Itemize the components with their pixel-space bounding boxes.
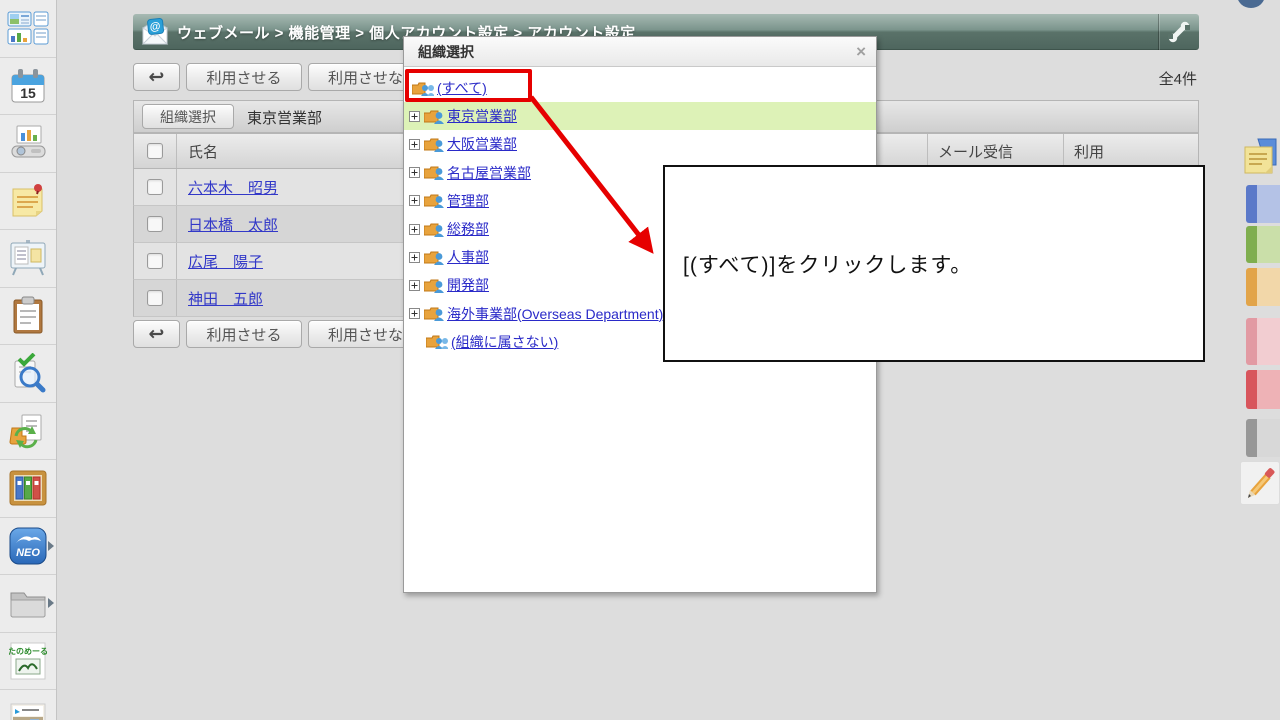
expand-plus-icon[interactable]: [409, 167, 420, 178]
cut-off-app-icon[interactable]: [1237, 0, 1265, 8]
expand-plus-icon[interactable]: [409, 195, 420, 206]
total-count-label: 全4件: [1040, 68, 1197, 89]
org-folder-icon: [424, 249, 444, 266]
dialog-title: 組織選択: [418, 42, 474, 62]
back-button-bottom[interactable]: ↩: [133, 320, 180, 348]
org-folder-icon: [424, 108, 444, 125]
back-arrow-icon: ↩: [149, 325, 165, 344]
svg-text:たのめーる: たのめーる: [9, 646, 47, 656]
allow-use-button-bottom[interactable]: 利用させる: [186, 320, 302, 348]
tanomail-icon: たのめーる: [9, 641, 47, 681]
color-tab-orange[interactable]: [1246, 268, 1280, 306]
color-tab-pink[interactable]: [1246, 318, 1280, 365]
neo-icon: NEO: [8, 526, 48, 566]
expand-plus-icon[interactable]: [409, 224, 420, 235]
schedule-icon: 15: [9, 67, 47, 105]
org-group-icon: [426, 333, 448, 350]
cabinet-icon: [8, 469, 48, 507]
expand-plus-icon[interactable]: [409, 139, 420, 150]
svg-text:15: 15: [20, 85, 36, 101]
app-sidebar: 15: [0, 0, 57, 720]
expand-plus-icon[interactable]: [409, 280, 420, 291]
user-name-link[interactable]: 日本橋 太郎: [188, 214, 278, 235]
row-checkbox[interactable]: [147, 290, 163, 306]
memo-icon: [9, 182, 47, 220]
color-tab-blue[interactable]: [1246, 185, 1280, 223]
user-name-link[interactable]: 神田 五郎: [188, 288, 263, 309]
search-icon: [9, 353, 47, 393]
row-checkbox[interactable]: [147, 216, 163, 232]
user-name-link[interactable]: 六本木 昭男: [188, 177, 278, 198]
instruction-callout: [(すべて)]をクリックします。: [663, 165, 1205, 362]
sidebar-item-portal[interactable]: [0, 0, 56, 58]
org-folder-icon: [424, 164, 444, 181]
org-folder-icon: [424, 277, 444, 294]
sidebar-item-circular[interactable]: [0, 230, 56, 288]
expand-plus-icon[interactable]: [409, 308, 420, 319]
workflow-icon: [8, 412, 48, 450]
allow-use-button-top[interactable]: 利用させる: [186, 63, 302, 91]
org-folder-icon: [424, 136, 444, 153]
guide-arrow: [510, 80, 680, 280]
sidebar-item-banner[interactable]: [0, 690, 56, 720]
sidebar-item-memo[interactable]: [0, 173, 56, 231]
sidebar-item-todo[interactable]: [0, 288, 56, 346]
select-all-checkbox[interactable]: [147, 143, 163, 159]
sidebar-item-workflow[interactable]: [0, 403, 56, 461]
close-icon[interactable]: ×: [856, 42, 866, 62]
notes-shortcut-icon[interactable]: [1244, 137, 1280, 182]
submenu-arrow-icon: [48, 541, 54, 551]
portal-icon: [7, 11, 49, 45]
submenu-arrow-icon: [48, 598, 54, 608]
org-select-button[interactable]: 組織選択: [142, 104, 234, 129]
expand-plus-icon[interactable]: [409, 111, 420, 122]
sidebar-item-folder[interactable]: [0, 575, 56, 633]
svg-text:@: @: [149, 20, 161, 33]
user-name-link[interactable]: 広尾 陽子: [188, 251, 263, 272]
color-tab-gray[interactable]: [1246, 419, 1280, 457]
org-folder-icon: [424, 192, 444, 209]
sidebar-item-search[interactable]: [0, 345, 56, 403]
dialog-titlebar: 組織選択 ×: [404, 37, 876, 67]
facility-icon: [8, 124, 48, 162]
org-folder-icon: [424, 305, 444, 322]
col-header-mail-receive: メール受信: [928, 134, 1064, 168]
col-header-use: 利用: [1064, 134, 1198, 168]
folder-icon: [8, 587, 48, 619]
edit-pencil-icon[interactable]: [1240, 461, 1280, 505]
back-button[interactable]: ↩: [133, 63, 180, 91]
board-icon: [8, 239, 48, 277]
wrench-icon: [1168, 21, 1190, 43]
sidebar-item-cabinet[interactable]: [0, 460, 56, 518]
color-tab-green[interactable]: [1246, 226, 1280, 263]
expand-plus-icon[interactable]: [409, 252, 420, 263]
settings-button[interactable]: [1158, 14, 1199, 50]
org-folder-icon: [424, 221, 444, 238]
webmail-icon: @: [140, 18, 172, 51]
svg-text:NEO: NEO: [16, 547, 40, 559]
todo-icon: [11, 296, 45, 336]
instruction-text: [(すべて)]をクリックします。: [683, 249, 972, 279]
color-tab-red[interactable]: [1246, 370, 1280, 409]
sidebar-item-facility[interactable]: [0, 115, 56, 173]
current-org-label: 東京営業部: [247, 101, 322, 134]
banner-icon: [9, 703, 47, 720]
row-checkbox[interactable]: [147, 253, 163, 269]
back-arrow-icon: ↩: [149, 68, 165, 87]
row-checkbox[interactable]: [147, 179, 163, 195]
sidebar-item-schedule[interactable]: 15: [0, 58, 56, 116]
sidebar-item-tanomail[interactable]: たのめーる: [0, 633, 56, 691]
sidebar-item-neo[interactable]: NEO: [0, 518, 56, 576]
